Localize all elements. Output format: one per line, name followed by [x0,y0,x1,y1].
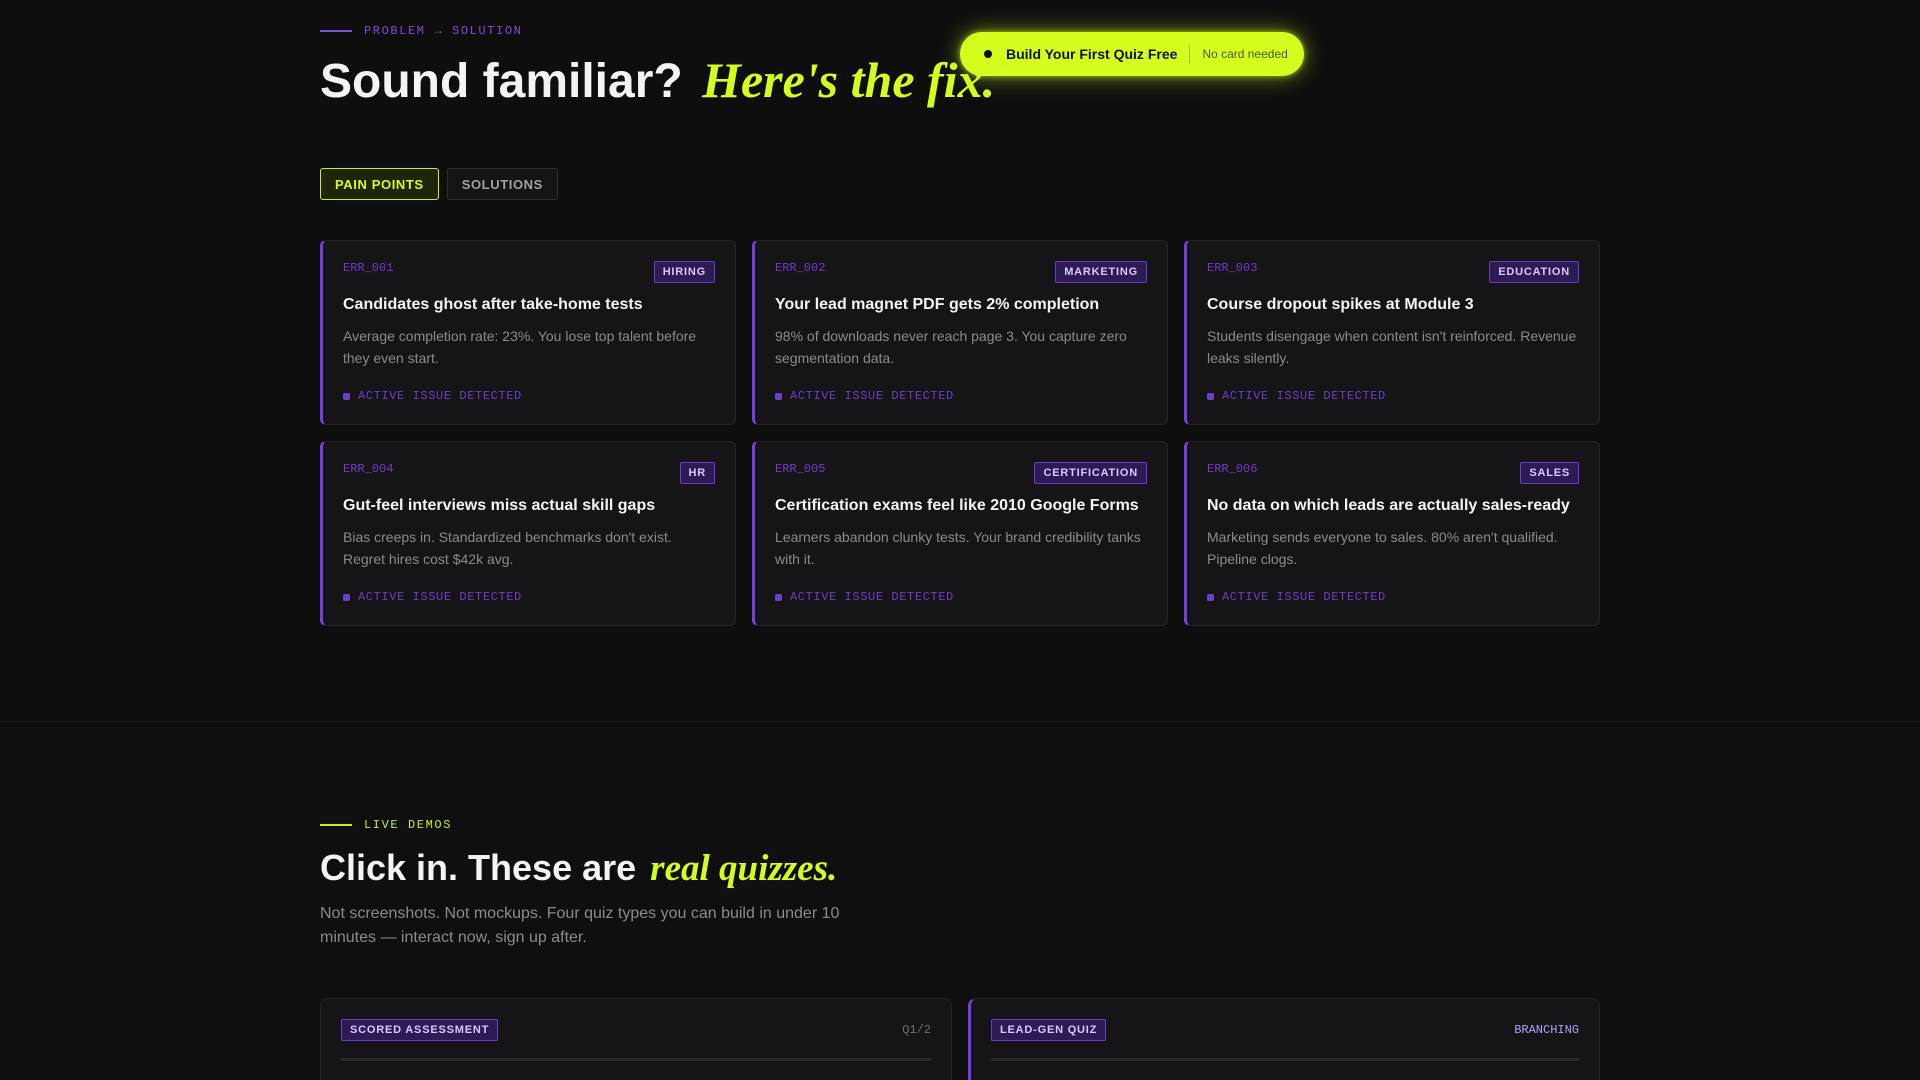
status-line: ACTIVE ISSUE DETECTED [343,590,522,604]
quiz-mode-label: BRANCHING [1514,1023,1579,1037]
card-description: Marketing sends everyone to sales. 80% a… [1207,529,1558,567]
status-dot-icon [343,392,350,400]
headline-accent: Here's the fix. [702,52,996,108]
demo-card-scored-assessment[interactable]: SCORED ASSESSMENT Q1/2 [320,998,952,1080]
card-description: Learners abandon clunky tests. Your bran… [775,529,1141,567]
card-title: Your lead magnet PDF gets 2% completion [775,296,1100,313]
pain-point-grid: ERR_001 HIRING Candidates ghost after ta… [320,240,1600,626]
problem-tabs: PAIN POINTS SOLUTIONS [320,168,558,200]
live-demos-section [0,722,1920,1080]
eyebrow-line [320,824,352,826]
card-title: Gut-feel interviews miss actual skill ga… [343,497,656,514]
error-code: ERR_002 [775,261,826,275]
pain-card[interactable]: ERR_003 EDUCATION Course dropout spikes … [1184,240,1600,425]
status-text: ACTIVE ISSUE DETECTED [790,590,954,604]
error-code: ERR_001 [343,261,394,275]
headline-main: Sound familiar? [320,55,683,108]
headline-accent: real quizzes. [650,848,838,889]
status-text: ACTIVE ISSUE DETECTED [358,389,522,403]
card-title: Candidates ghost after take-home tests [343,296,643,313]
progress-bar [991,1058,1579,1061]
category-badge: CERTIFICATION [1034,462,1147,484]
error-code: ERR_005 [775,462,826,476]
error-code: ERR_006 [1207,462,1258,476]
pain-card[interactable]: ERR_006 SALES No data on which leads are… [1184,441,1600,626]
demos-headline: Click in. These are real quizzes. [320,846,837,891]
eyebrow-line [320,30,352,32]
card-title: Course dropout spikes at Module 3 [1207,296,1474,313]
error-code: ERR_004 [343,462,394,476]
card-title: Certification exams feel like 2010 Googl… [775,497,1139,514]
card-title: No data on which leads are actually sale… [1207,497,1570,514]
headline-main: Click in. These are [320,847,637,888]
pain-card[interactable]: ERR_004 HR Gut-feel interviews miss actu… [320,441,736,626]
status-text: ACTIVE ISSUE DETECTED [1222,590,1386,604]
category-badge: EDUCATION [1489,261,1579,283]
card-description: 98% of downloads never reach page 3. You… [775,328,1127,366]
dot-icon [984,50,992,58]
question-counter: Q1/2 [902,1023,931,1037]
status-line: ACTIVE ISSUE DETECTED [1207,389,1386,403]
error-code: ERR_003 [1207,261,1258,275]
status-text: ACTIVE ISSUE DETECTED [358,590,522,604]
status-dot-icon [775,392,782,400]
pain-card[interactable]: ERR_005 CERTIFICATION Certification exam… [752,441,1168,626]
demos-subtext: Not screenshots. Not mockups. Four quiz … [320,905,840,946]
status-line: ACTIVE ISSUE DETECTED [775,590,954,604]
eyebrow-text: PROBLEM → SOLUTION [364,24,523,38]
status-line: ACTIVE ISSUE DETECTED [1207,590,1386,604]
problem-eyebrow: PROBLEM → SOLUTION [320,24,522,38]
cta-separator [1189,45,1191,63]
problem-solution-section: PROBLEM → SOLUTION Sound familiar? Here'… [0,0,1920,722]
status-dot-icon [775,593,782,601]
status-line: ACTIVE ISSUE DETECTED [775,389,954,403]
status-line: ACTIVE ISSUE DETECTED [343,389,522,403]
problem-headline: Sound familiar? Here's the fix. [320,52,995,110]
progress-bar [341,1058,931,1061]
tab-pain-points[interactable]: PAIN POINTS [320,168,439,200]
demos-eyebrow: LIVE DEMOS [320,818,452,832]
status-dot-icon [343,593,350,601]
eyebrow-text: LIVE DEMOS [364,818,453,832]
pain-card[interactable]: ERR_002 MARKETING Your lead magnet PDF g… [752,240,1168,425]
status-dot-icon [1207,392,1214,400]
demo-type-badge: LEAD-GEN QUIZ [991,1019,1107,1041]
category-badge: HR [679,462,715,484]
pain-card[interactable]: ERR_001 HIRING Candidates ghost after ta… [320,240,736,425]
demo-type-badge: SCORED ASSESSMENT [341,1019,499,1041]
card-description: Bias creeps in. Standardized benchmarks … [343,529,672,567]
category-badge: SALES [1520,462,1579,484]
category-badge: MARKETING [1055,261,1147,283]
build-quiz-cta-button[interactable]: Build Your First Quiz Free No card neede… [960,32,1304,76]
card-description: Average completion rate: 23%. You lose t… [343,328,697,366]
card-description: Students disengage when content isn't re… [1207,328,1577,366]
status-text: ACTIVE ISSUE DETECTED [790,389,954,403]
category-badge: HIRING [653,261,715,283]
tab-solutions[interactable]: SOLUTIONS [446,168,558,200]
cta-note: No card needed [1202,47,1288,61]
status-text: ACTIVE ISSUE DETECTED [1222,389,1386,403]
cta-label: Build Your First Quiz Free [1006,46,1178,62]
demo-card-lead-gen-quiz[interactable]: LEAD-GEN QUIZ BRANCHING [968,998,1600,1080]
status-dot-icon [1207,593,1214,601]
